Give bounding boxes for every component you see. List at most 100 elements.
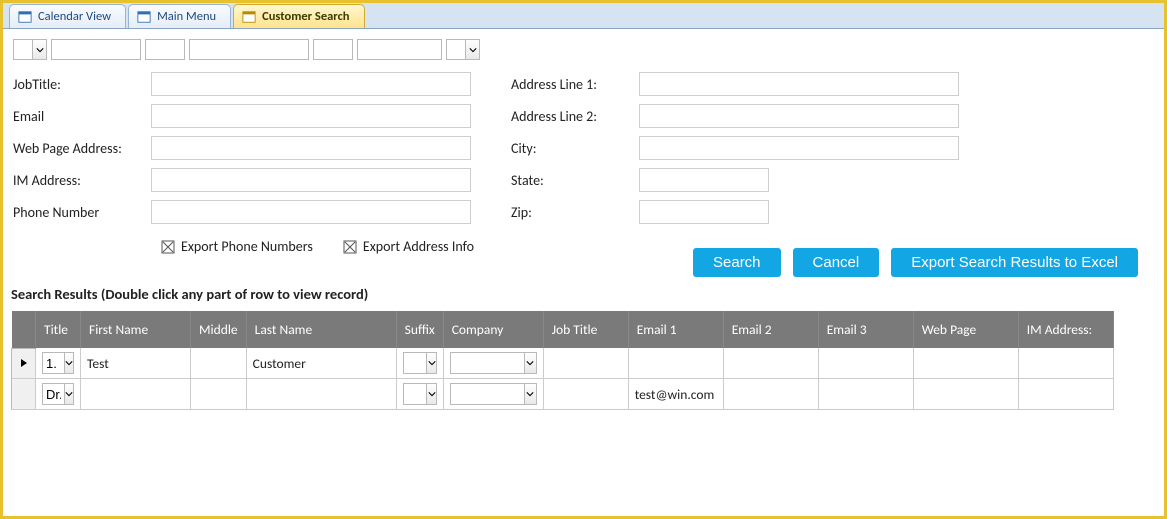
col-im[interactable]: IM Address: [1018,311,1113,348]
chevron-down-icon[interactable] [426,353,435,373]
cancel-button[interactable]: Cancel [793,248,880,277]
table-row[interactable]: test@win.com [12,379,1114,410]
chevron-down-icon[interactable] [524,353,536,373]
middle-cell[interactable] [191,379,247,410]
chevron-down-icon[interactable] [32,40,46,59]
last-name-cell[interactable] [246,379,396,410]
chevron-down-icon[interactable] [465,40,479,59]
export-address-label: Export Address Info [363,238,474,255]
col-selector [12,311,36,348]
addr1-input[interactable] [639,72,959,96]
col-email2[interactable]: Email 2 [723,311,818,348]
export-address-checkbox[interactable]: Export Address Info [343,238,474,255]
web-page-input[interactable] [151,136,471,160]
app-frame: Calendar View Main Menu Customer Search [0,0,1167,519]
city-label: City: [511,140,631,157]
chevron-down-icon[interactable] [426,384,435,404]
tab-calendar-view[interactable]: Calendar View [9,4,126,28]
top-text-5[interactable] [357,39,442,60]
email-input[interactable] [151,104,471,128]
top-text-1[interactable] [51,39,141,60]
suffix-cell-input[interactable] [404,353,427,373]
top-combo-2-input[interactable] [447,40,465,59]
top-combo-1-input[interactable] [14,40,32,59]
state-input[interactable] [639,168,769,192]
title-cell[interactable] [36,348,81,379]
title-cell-input[interactable] [43,384,64,404]
export-excel-button[interactable]: Export Search Results to Excel [891,248,1138,277]
chevron-down-icon[interactable] [64,353,73,373]
im-cell[interactable] [1018,348,1113,379]
top-text-3[interactable] [189,39,309,60]
phone-input[interactable] [151,200,471,224]
job-title-input[interactable] [151,72,471,96]
col-suffix[interactable]: Suffix [396,311,443,348]
top-combo-1[interactable] [13,39,47,60]
col-middle[interactable]: Middle [191,311,247,348]
zip-input[interactable] [639,200,769,224]
col-jobtitle[interactable]: Job Title [543,311,628,348]
tab-main-menu[interactable]: Main Menu [128,4,231,28]
suffix-cell-combo[interactable] [403,352,437,374]
addr2-input[interactable] [639,104,959,128]
tab-label: Calendar View [38,9,111,24]
company-cell-combo[interactable] [450,383,537,405]
col-company[interactable]: Company [443,311,543,348]
suffix-cell[interactable] [396,379,443,410]
top-text-2[interactable] [145,39,185,60]
col-web[interactable]: Web Page [913,311,1018,348]
top-combo-2[interactable] [446,39,480,60]
col-first[interactable]: First Name [81,311,191,348]
search-button[interactable]: Search [693,248,781,277]
company-cell-input[interactable] [451,384,524,404]
company-cell-combo[interactable] [450,352,537,374]
col-title[interactable]: Title [36,311,81,348]
col-email1[interactable]: Email 1 [628,311,723,348]
company-cell[interactable] [443,379,543,410]
export-phone-checkbox[interactable]: Export Phone Numbers [161,238,313,255]
company-cell-input[interactable] [451,353,524,373]
im-address-input[interactable] [151,168,471,192]
email2-cell[interactable] [723,379,818,410]
jobtitle-cell[interactable] [543,379,628,410]
email2-cell[interactable] [723,348,818,379]
top-text-4[interactable] [313,39,353,60]
title-cell-combo[interactable] [42,383,74,405]
row-selector[interactable] [12,348,36,379]
phone-label: Phone Number [13,204,143,221]
tab-customer-search[interactable]: Customer Search [233,4,364,28]
table-row[interactable]: Test Customer [12,348,1114,379]
web-cell[interactable] [913,348,1018,379]
button-row: Search Cancel Export Search Results to E… [693,248,1138,277]
row-selector[interactable] [12,379,36,410]
title-cell-combo[interactable] [42,352,74,374]
col-email3[interactable]: Email 3 [818,311,913,348]
field-columns: JobTitle: Email Web Page Address: IM Add… [13,72,1154,224]
email3-cell[interactable] [818,379,913,410]
email1-cell[interactable] [628,348,723,379]
jobtitle-cell[interactable] [543,348,628,379]
suffix-cell-input[interactable] [404,384,427,404]
city-input[interactable] [639,136,959,160]
table-header-row: Title First Name Middle Last Name Suffix… [12,311,1114,348]
im-cell[interactable] [1018,379,1113,410]
job-title-label: JobTitle: [13,76,143,93]
title-cell[interactable] [36,379,81,410]
first-name-cell[interactable]: Test [81,348,191,379]
chevron-down-icon[interactable] [524,384,536,404]
title-cell-input[interactable] [43,353,64,373]
email1-cell[interactable]: test@win.com [628,379,723,410]
web-cell[interactable] [913,379,1018,410]
company-cell[interactable] [443,348,543,379]
last-name-cell[interactable]: Customer [246,348,396,379]
email3-cell[interactable] [818,348,913,379]
middle-cell[interactable] [191,348,247,379]
email-label: Email [13,108,143,125]
form-icon [242,10,256,24]
checkbox-icon [161,240,175,254]
chevron-down-icon[interactable] [64,384,73,404]
suffix-cell[interactable] [396,348,443,379]
first-name-cell[interactable] [81,379,191,410]
suffix-cell-combo[interactable] [403,383,437,405]
col-last[interactable]: Last Name [246,311,396,348]
